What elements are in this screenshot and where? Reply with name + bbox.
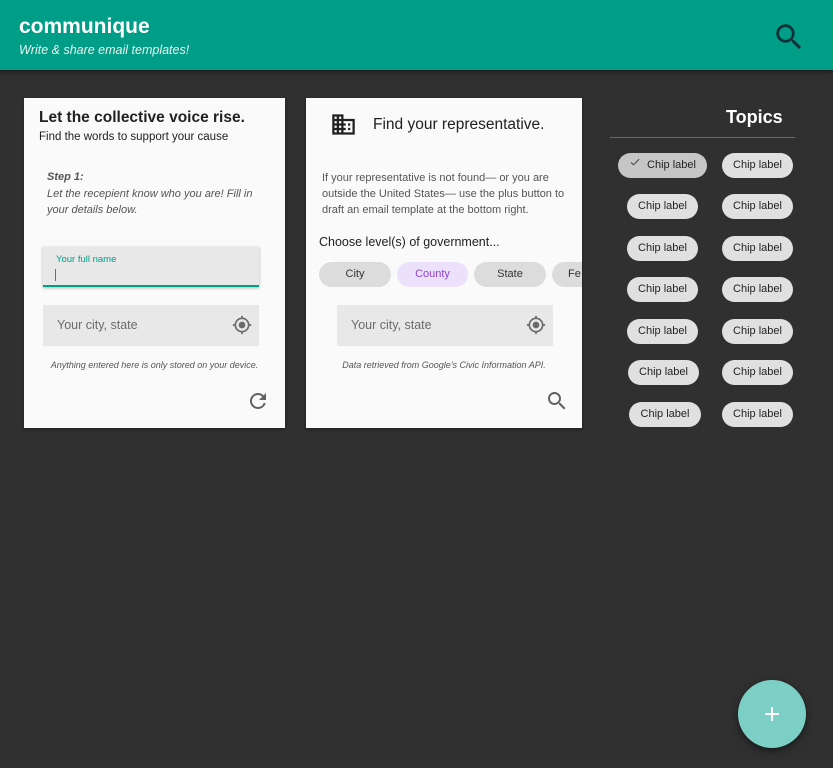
government-level-label: Choose level(s) of government... bbox=[319, 235, 500, 249]
city-state-placeholder: Your city, state bbox=[57, 318, 138, 332]
identity-card: Let the collective voice rise. Find the … bbox=[24, 98, 285, 428]
full-name-label: Your full name bbox=[56, 254, 117, 265]
representative-card-title: Find your representative. bbox=[373, 116, 545, 133]
topic-chip[interactable]: Chip label bbox=[722, 319, 793, 344]
city-state-field[interactable]: Your city, state bbox=[43, 305, 259, 346]
topics-title: Topics bbox=[726, 107, 783, 127]
chip-federal[interactable]: Fe bbox=[552, 262, 582, 287]
topic-chip[interactable]: Chip label bbox=[627, 277, 698, 302]
building-icon bbox=[329, 111, 358, 138]
representative-description: If your representative is not found— or … bbox=[322, 172, 565, 216]
refresh-button[interactable] bbox=[246, 389, 270, 413]
check-icon bbox=[629, 153, 641, 178]
topics-divider bbox=[610, 137, 795, 138]
topic-chip[interactable]: Chip label bbox=[722, 360, 793, 385]
topic-chip[interactable]: Chip label bbox=[722, 277, 793, 302]
representative-card: Find your representative. If your repres… bbox=[306, 98, 582, 428]
topic-chip[interactable]: Chip label bbox=[627, 236, 698, 261]
search-icon bbox=[548, 392, 566, 410]
rep-city-state-placeholder: Your city, state bbox=[351, 318, 432, 332]
topic-chip[interactable]: Chip label bbox=[722, 236, 793, 261]
topic-chip[interactable]: Chip label bbox=[627, 194, 698, 219]
identity-card-subtitle: Find the words to support your cause bbox=[39, 131, 229, 143]
topic-chip[interactable]: Chip label bbox=[618, 153, 707, 178]
chip-city[interactable]: City bbox=[319, 262, 391, 287]
civic-api-footnote: Data retrieved from Google's Civic Infor… bbox=[342, 360, 546, 370]
step-instructions: Let the recepient know who you are! Fill… bbox=[47, 188, 253, 216]
app-title: communique bbox=[19, 15, 150, 38]
chip-county[interactable]: County bbox=[397, 262, 468, 287]
identity-card-title: Let the collective voice rise. bbox=[39, 109, 245, 126]
full-name-field[interactable]: Your full name bbox=[43, 247, 259, 287]
topic-chip[interactable]: Chip label bbox=[722, 402, 793, 427]
app-bar: communique Write & share email templates… bbox=[0, 0, 833, 70]
refresh-icon bbox=[250, 393, 266, 409]
storage-footnote: Anything entered here is only stored on … bbox=[50, 360, 259, 370]
text-caret bbox=[55, 269, 56, 281]
topic-chip[interactable]: Chip label bbox=[722, 194, 793, 219]
topic-chip-label: Chip label bbox=[647, 159, 696, 171]
add-template-button[interactable] bbox=[738, 680, 806, 748]
step-label: Step 1: bbox=[47, 171, 84, 183]
my-location-icon[interactable] bbox=[526, 315, 546, 335]
rep-city-state-field[interactable]: Your city, state bbox=[337, 305, 553, 346]
find-representative-button[interactable] bbox=[545, 389, 569, 413]
search-button[interactable] bbox=[772, 20, 806, 54]
topic-chip[interactable]: Chip label bbox=[628, 360, 699, 385]
topic-chip[interactable]: Chip label bbox=[722, 153, 793, 178]
plus-icon bbox=[765, 707, 779, 721]
topic-chip[interactable]: Chip label bbox=[627, 319, 698, 344]
search-icon bbox=[776, 24, 802, 50]
app-subtitle: Write & share email templates! bbox=[19, 43, 190, 57]
topic-chip[interactable]: Chip label bbox=[629, 402, 701, 427]
chip-state[interactable]: State bbox=[474, 262, 546, 287]
my-location-icon[interactable] bbox=[232, 315, 252, 335]
